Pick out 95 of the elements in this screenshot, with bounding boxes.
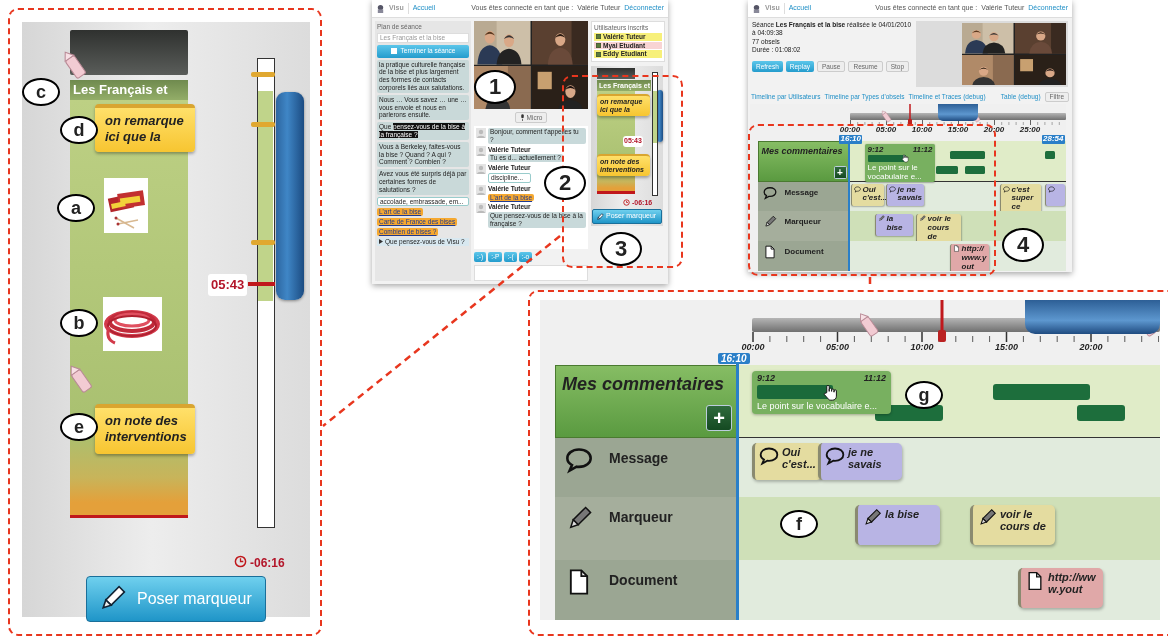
row-label: Message — [784, 187, 819, 199]
slider-track[interactable] — [257, 58, 275, 528]
clock-icon — [623, 199, 630, 207]
tick-label: 20:00 — [982, 125, 1006, 134]
comment-bar — [867, 154, 906, 162]
message-card[interactable] — [1045, 184, 1065, 206]
row-label: Mes commentaires — [761, 144, 843, 158]
add-comment-button[interactable]: + — [833, 166, 847, 179]
range-handle[interactable] — [937, 104, 978, 121]
tick-label: 00:00 — [838, 125, 862, 134]
marker-note: on note des interventions — [95, 404, 195, 454]
time-label: 9:12 — [867, 145, 884, 154]
tick-label: 10:00 — [909, 343, 935, 352]
row-label: Document — [784, 246, 824, 258]
document-icon — [953, 245, 960, 252]
avatar-icon — [476, 203, 486, 214]
hand-cursor-icon — [822, 384, 838, 402]
tick-label: 10:00 — [910, 125, 934, 134]
remaining-time: -06:16 — [250, 555, 285, 572]
avatar-icon — [476, 184, 486, 195]
card-text: Oui c'est... — [782, 446, 817, 473]
logo-icon — [376, 4, 385, 13]
range-handle[interactable] — [276, 92, 304, 300]
tick-label: 05:00 — [825, 343, 850, 352]
speech-bubble-icon — [565, 446, 593, 474]
card-text: http://www.yout — [961, 245, 987, 271]
document-card[interactable]: http://www.yout — [1018, 568, 1103, 608]
marker-card[interactable]: la bise — [875, 213, 913, 236]
tick-label: 20:00 — [1078, 343, 1104, 352]
row-label: Mes commentaires — [562, 373, 725, 396]
tick-label: 05:00 — [874, 125, 898, 134]
avatar-icon — [476, 164, 486, 175]
row-label: Message — [609, 449, 669, 468]
tick-mark — [251, 122, 275, 127]
range-handle[interactable] — [1025, 300, 1160, 334]
slider-track[interactable] — [652, 72, 658, 197]
card-text: je ne savais — [848, 446, 883, 473]
chat-input[interactable] — [474, 265, 588, 281]
tick-label: 15:00 — [946, 125, 970, 134]
message-card[interactable]: je ne savais — [818, 443, 902, 480]
marker-pin-icon — [858, 310, 880, 338]
expand-arrow-icon — [379, 239, 383, 245]
time-label: 9:12 — [757, 374, 775, 383]
card-text: voir le cours de — [927, 215, 953, 242]
card-text: je ne savais — [897, 185, 922, 205]
card-text: la bise — [886, 215, 904, 234]
comment-text: Le point sur le vocabulaire e... — [867, 162, 923, 181]
avatar-icon — [476, 128, 486, 138]
marker-card[interactable]: voir le cours de — [970, 505, 1055, 545]
tick-label: 25:00 — [1018, 125, 1042, 134]
card-text: la bise — [885, 508, 920, 522]
time-tag: 28:54 — [1041, 135, 1065, 144]
message-card[interactable]: c'est super ce — [1000, 184, 1041, 214]
tick-label: 15:00 — [994, 343, 1019, 352]
message-card[interactable]: Oui c'est... — [851, 184, 884, 206]
card-text: http://www.yout — [1048, 571, 1097, 598]
speech-bubble-icon — [825, 446, 845, 466]
microphone-icon — [519, 114, 525, 121]
time-label: 11:12 — [863, 374, 886, 383]
tick-mark — [251, 72, 275, 77]
card-text: voir le cours de — [1000, 508, 1047, 535]
pencil-icon — [596, 212, 604, 221]
strip-title: Les Français et — [70, 80, 188, 100]
logo-icon — [752, 4, 761, 13]
add-comment-button[interactable]: + — [706, 405, 732, 431]
clock-icon — [234, 555, 247, 568]
pencil-icon — [919, 215, 926, 222]
speech-bubble-icon — [759, 446, 779, 466]
time-label: 11:12 — [912, 145, 933, 154]
time-tag: 16:10 — [839, 135, 863, 144]
tick-label: 00:00 — [740, 343, 766, 352]
marker-card[interactable]: la bise — [855, 505, 940, 545]
playhead[interactable] — [907, 104, 913, 125]
avatar-icon — [476, 145, 486, 156]
time-tag: 16:10 — [718, 353, 750, 364]
pencil-icon — [977, 508, 997, 528]
document-card[interactable]: http://www.yout — [950, 243, 989, 271]
card-text: c'est super ce — [1011, 185, 1035, 212]
message-card[interactable]: je ne savais — [886, 184, 924, 206]
stop-icon — [390, 48, 397, 55]
tick-mark — [251, 240, 275, 245]
message-card[interactable]: Oui c'est... — [752, 443, 822, 480]
pencil-icon — [878, 215, 885, 222]
row-label: Marqueur — [784, 216, 821, 228]
row-label: Marqueur — [609, 508, 673, 527]
callout-label: 2 — [544, 166, 586, 201]
playhead[interactable] — [936, 300, 948, 342]
marker-pin-icon — [881, 109, 892, 123]
marker-note: on remarque ici que la — [95, 104, 195, 152]
pencil-icon — [862, 508, 882, 528]
row-label: Document — [609, 571, 678, 590]
strip-header — [597, 68, 635, 80]
comment-text: Le point sur le vocabulaire e... — [757, 401, 879, 412]
time-label: 05:43 — [208, 274, 248, 296]
hand-cursor-icon — [900, 154, 909, 163]
